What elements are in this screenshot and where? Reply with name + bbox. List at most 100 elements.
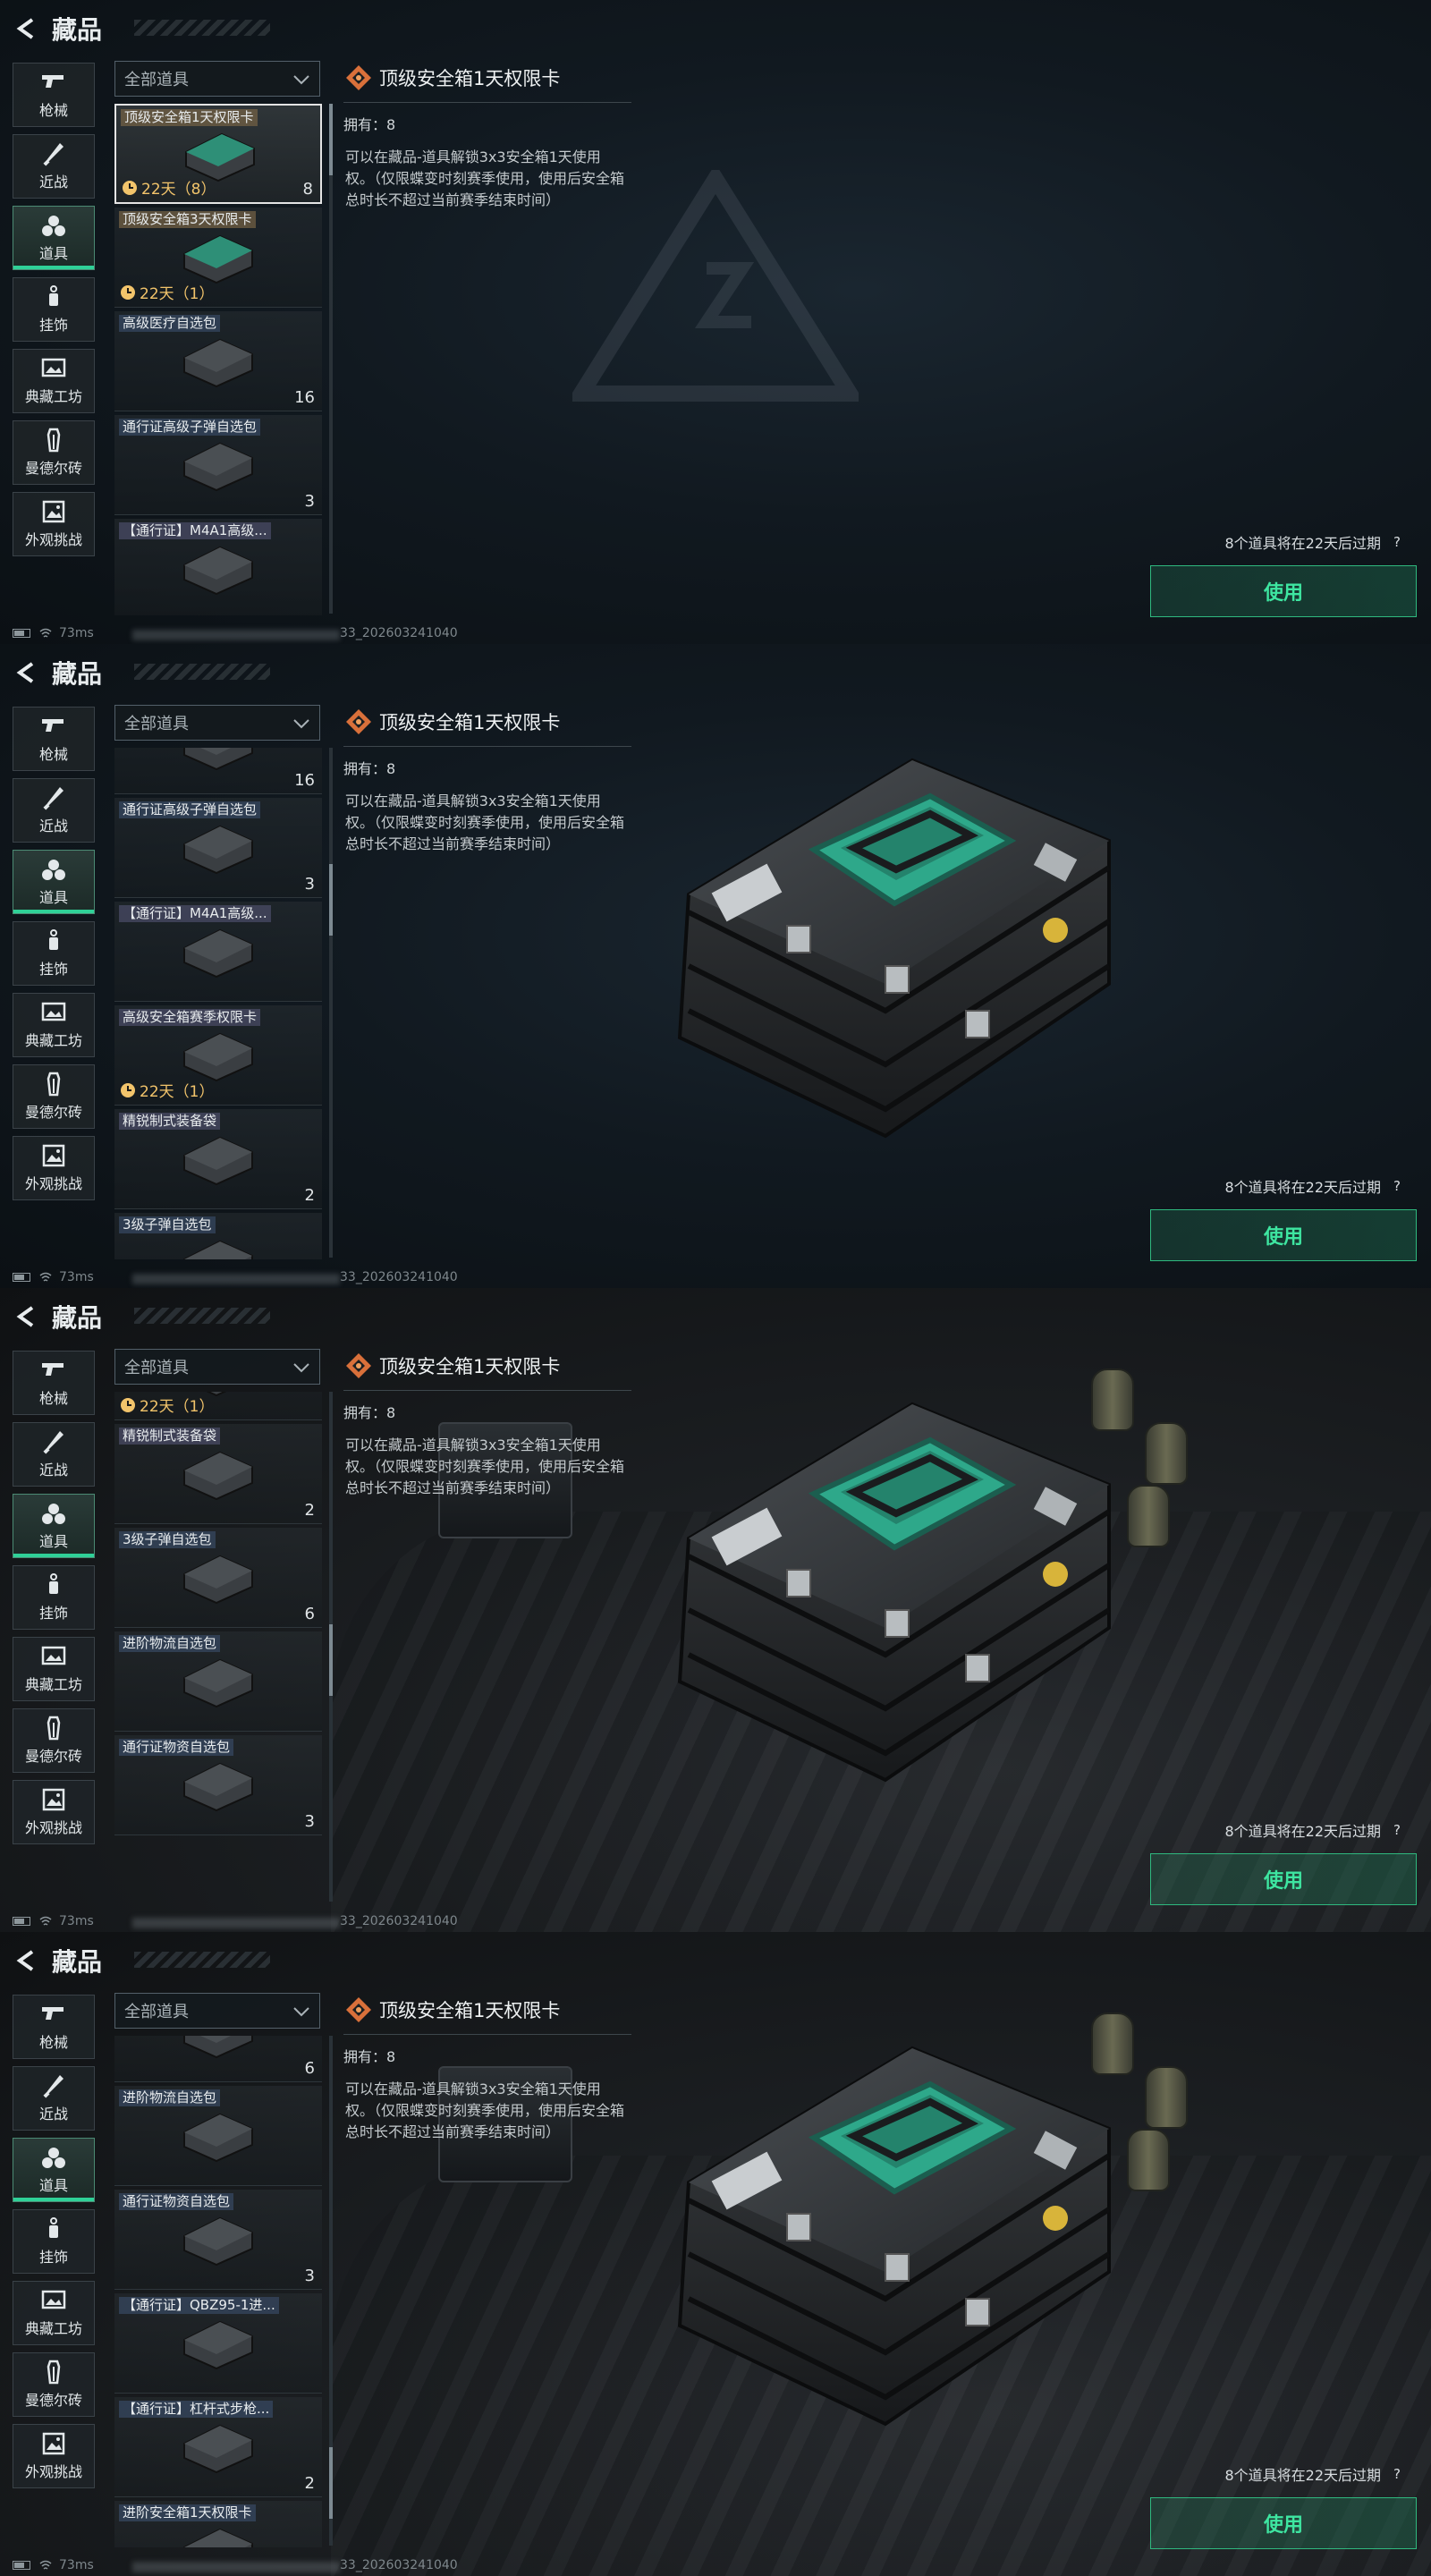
owned-count: 拥有：8 (343, 1404, 396, 1421)
category-tab[interactable]: 挂饰 (13, 921, 95, 986)
item-card[interactable]: 进阶物流自选包 (114, 1631, 322, 1732)
category-tab[interactable]: 曼德尔砖 (13, 420, 95, 485)
item-filter-dropdown[interactable]: 全部道具 (114, 705, 320, 741)
back-arrow-icon[interactable] (14, 16, 39, 41)
item-card[interactable]: 通行证高级子弹自选包 3 (114, 798, 322, 898)
back-arrow-icon[interactable] (14, 1304, 39, 1329)
category-label: 枪械 (38, 102, 68, 119)
use-button[interactable]: 使用 (1150, 1853, 1417, 1905)
category-tab[interactable]: 道具 (13, 206, 95, 270)
category-tab[interactable]: 道具 (13, 1494, 95, 1558)
category-tab[interactable]: 枪械 (13, 1995, 95, 2059)
item-description: 可以在藏品-道具解锁3x3安全箱1天使用权。（仅限蝶变时刻赛季使用，使用后安全箱… (345, 148, 625, 208)
expire-note-text: 8个道具将在22天后过期 (1224, 1179, 1381, 1196)
item-name: 顶级安全箱3天权限卡 (119, 211, 256, 228)
help-icon[interactable]: ? (1388, 1177, 1406, 1195)
category-tab[interactable]: 曼德尔砖 (13, 1708, 95, 1773)
category-tab[interactable]: 近战 (13, 1422, 95, 1487)
help-icon[interactable]: ? (1388, 2465, 1406, 2483)
category-tab[interactable]: 挂饰 (13, 277, 95, 342)
item-name: 通行证物资自选包 (119, 1739, 234, 1756)
item-rarity-icon (346, 1997, 371, 2022)
case-preview-image (677, 2046, 1111, 2427)
category-tab[interactable]: 枪械 (13, 1351, 95, 1415)
item-list-scrollbar[interactable] (329, 1392, 333, 1902)
back-arrow-icon[interactable] (14, 1948, 39, 1973)
category-tab[interactable]: 外观挑战 (13, 492, 95, 556)
category-tab[interactable]: 曼德尔砖 (13, 2352, 95, 2417)
category-tab[interactable]: 枪械 (13, 707, 95, 771)
item-card[interactable]: 通行证高级子弹自选包 3 (114, 415, 322, 515)
category-tab[interactable]: 典藏工坊 (13, 2281, 95, 2345)
category-tab[interactable]: 枪械 (13, 63, 95, 127)
item-card[interactable]: 【通行证】M4A1高级... (114, 902, 322, 1002)
back-arrow-icon[interactable] (14, 660, 39, 685)
item-card[interactable]: 【通行证】杠杆式步枪... 2 (114, 2397, 322, 2497)
gallery-icon (41, 358, 66, 377)
redacted-info (132, 1918, 340, 1928)
category-tab[interactable]: 外观挑战 (13, 2424, 95, 2488)
item-card[interactable]: 顶级安全箱3天权限卡 22天（1） (114, 208, 322, 308)
item-list-scrollbar[interactable] (329, 104, 333, 614)
item-name: 精锐制式装备袋 (119, 1428, 221, 1445)
help-icon[interactable]: ? (1388, 1821, 1406, 1839)
item-card[interactable]: 6 (114, 2036, 322, 2082)
category-tab[interactable]: 典藏工坊 (13, 349, 95, 413)
scrollbar-thumb[interactable] (329, 864, 333, 936)
item-card[interactable]: 精锐制式装备袋 2 (114, 1109, 322, 1209)
item-filter-dropdown[interactable]: 全部道具 (114, 61, 320, 97)
item-card[interactable]: 精锐制式装备袋 2 (114, 1424, 322, 1524)
item-card[interactable]: 进阶安全箱1天权限卡 (114, 2501, 322, 2547)
status-bar: 73ms (13, 1270, 94, 1284)
category-label: 外观挑战 (24, 1819, 82, 1836)
category-tab[interactable]: 外观挑战 (13, 1136, 95, 1200)
item-thumbnail-icon (183, 748, 253, 771)
expire-note: 8个道具将在22天后过期 ? (1224, 2463, 1406, 2485)
item-card[interactable]: 顶级安全箱1天权限卡 22天（8） 8 (114, 104, 322, 204)
category-tab[interactable]: 挂饰 (13, 2209, 95, 2274)
charm-icon (49, 285, 58, 306)
filter-selected-label: 全部道具 (124, 715, 189, 733)
item-card[interactable]: 3级子弹自选包 (114, 1213, 322, 1259)
category-tab[interactable]: 近战 (13, 134, 95, 199)
grenade-prop (1145, 2066, 1188, 2129)
expire-note-text: 8个道具将在22天后过期 (1224, 2467, 1381, 2484)
category-tab[interactable]: 典藏工坊 (13, 993, 95, 1057)
item-filter-dropdown[interactable]: 全部道具 (114, 1993, 320, 2029)
category-tab[interactable]: 曼德尔砖 (13, 1064, 95, 1129)
category-label: 曼德尔砖 (24, 1748, 82, 1765)
item-card[interactable]: 高级安全箱赛季权限卡 22天（1） (114, 1005, 322, 1106)
category-tab[interactable]: 挂饰 (13, 1565, 95, 1630)
use-button[interactable]: 使用 (1150, 1209, 1417, 1261)
scrollbar-thumb[interactable] (329, 2447, 333, 2519)
grenades-icon (42, 216, 65, 236)
category-tab[interactable]: 道具 (13, 850, 95, 914)
expire-note: 8个道具将在22天后过期 ? (1224, 1175, 1406, 1197)
use-button[interactable]: 使用 (1150, 565, 1417, 617)
category-tab[interactable]: 外观挑战 (13, 1780, 95, 1844)
category-tab[interactable]: 典藏工坊 (13, 1637, 95, 1701)
item-card[interactable]: 16 (114, 748, 322, 794)
help-icon[interactable]: ? (1388, 533, 1406, 551)
category-tab[interactable]: 道具 (13, 2138, 95, 2202)
item-card[interactable]: 进阶物流自选包 (114, 2086, 322, 2186)
category-label: 枪械 (38, 746, 68, 763)
category-tab[interactable]: 近战 (13, 778, 95, 843)
scrollbar-thumb[interactable] (329, 104, 333, 175)
item-list-scrollbar[interactable] (329, 2036, 333, 2546)
page-title: 藏品 (52, 1303, 103, 1333)
category-tab[interactable]: 近战 (13, 2066, 95, 2131)
item-card[interactable]: 高级医疗自选包 16 (114, 311, 322, 411)
item-card[interactable]: 高级安全箱赛季权限卡 22天（1） (114, 1392, 322, 1420)
item-filter-dropdown[interactable]: 全部道具 (114, 1349, 320, 1385)
screenshot-frame: 藏品 枪械 近战 道具 挂饰 典藏工坊 曼德尔砖 外观挑战 全部道具 6 进阶物流自选包 通… (0, 1932, 1431, 2576)
item-name: 进阶物流自选包 (119, 2089, 221, 2106)
scrollbar-thumb[interactable] (329, 1624, 333, 1696)
item-card[interactable]: 【通行证】M4A1高级... (114, 519, 322, 615)
item-card[interactable]: 【通行证】QBZ95-1进... (114, 2293, 322, 2394)
item-card[interactable]: 3级子弹自选包 6 (114, 1528, 322, 1628)
item-card[interactable]: 通行证物资自选包 3 (114, 2190, 322, 2290)
item-card[interactable]: 通行证物资自选包 3 (114, 1735, 322, 1835)
use-button[interactable]: 使用 (1150, 2497, 1417, 2549)
item-list-scrollbar[interactable] (329, 748, 333, 1258)
